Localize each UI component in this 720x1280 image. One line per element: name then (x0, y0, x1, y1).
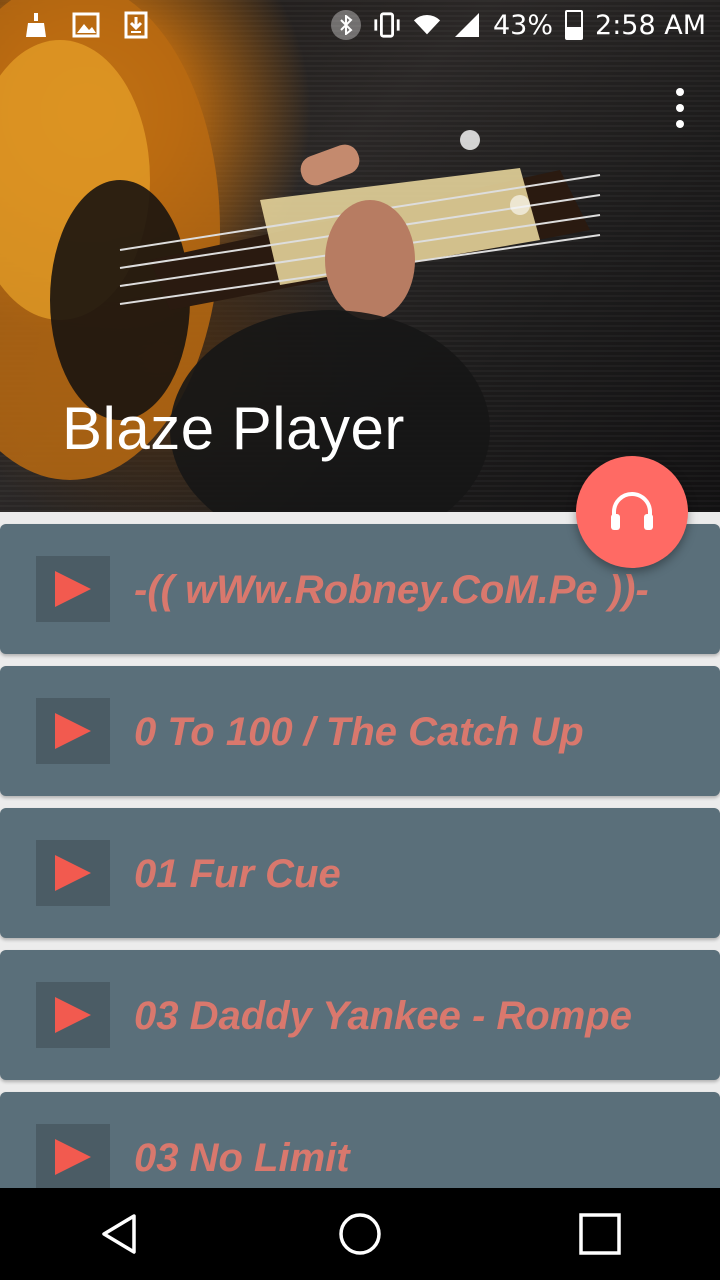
recents-icon (579, 1213, 621, 1255)
app-title: Blaze Player (62, 395, 405, 462)
battery-icon (565, 10, 584, 40)
back-button[interactable] (80, 1194, 160, 1274)
play-button[interactable] (36, 698, 110, 764)
recents-button[interactable] (560, 1194, 640, 1274)
play-button[interactable] (36, 1124, 110, 1190)
wifi-icon (413, 11, 441, 39)
download-icon (122, 11, 150, 39)
home-icon (339, 1213, 381, 1255)
play-button[interactable] (36, 982, 110, 1048)
signal-icon (453, 11, 481, 39)
image-icon (72, 11, 100, 39)
song-row[interactable]: 01 Fur Cue (0, 808, 720, 938)
dot (676, 120, 684, 128)
play-icon (55, 1139, 91, 1175)
back-icon (102, 1214, 136, 1254)
play-icon (55, 571, 91, 607)
home-button[interactable] (320, 1194, 400, 1274)
song-title: 03 Daddy Yankee - Rompe (134, 994, 632, 1038)
navigation-bar (0, 1188, 720, 1280)
song-row[interactable]: 0 To 100 / The Catch Up (0, 666, 720, 796)
dot (676, 104, 684, 112)
battery-percent: 43% (493, 9, 554, 41)
clock: 2:58 AM (595, 9, 706, 41)
play-icon (55, 997, 91, 1033)
header-image: Blaze Player (0, 0, 720, 512)
headphones-icon (611, 492, 653, 530)
play-button[interactable] (36, 840, 110, 906)
play-icon (55, 713, 91, 749)
play-button[interactable] (36, 556, 110, 622)
song-title: 0 To 100 / The Catch Up (134, 710, 584, 754)
bluetooth-icon (331, 10, 361, 40)
vibrate-icon (373, 11, 401, 39)
song-row[interactable]: 03 Daddy Yankee - Rompe (0, 950, 720, 1080)
cleaner-icon (22, 11, 50, 39)
song-title: -(( wWw.Robney.CoM.Pe ))- (134, 568, 649, 612)
play-icon (55, 855, 91, 891)
headphones-fab-button[interactable] (576, 456, 688, 568)
song-title: 01 Fur Cue (134, 852, 341, 896)
overflow-menu-icon[interactable] (674, 88, 686, 128)
dot (676, 88, 684, 96)
status-bar: 43% 2:58 AM (0, 0, 720, 50)
